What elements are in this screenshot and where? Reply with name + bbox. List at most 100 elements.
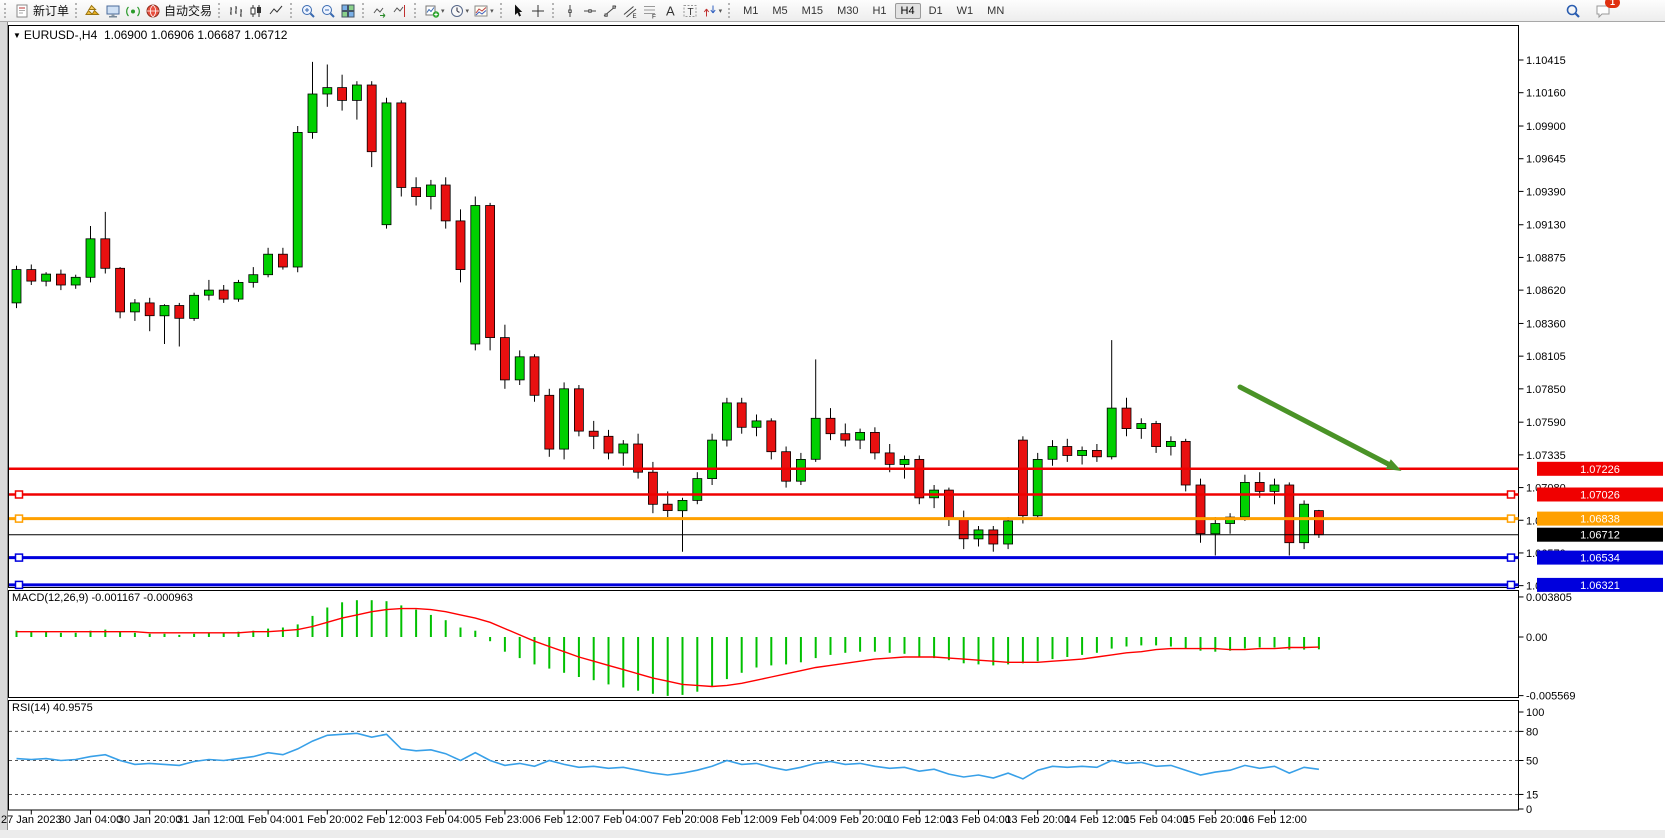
svg-text:0.00: 0.00: [1526, 632, 1547, 644]
candle-chart-icon: [248, 3, 264, 19]
text-label-button[interactable]: T: [680, 1, 700, 20]
timeframe-m1-button[interactable]: M1: [737, 3, 764, 19]
svg-text:1.06534: 1.06534: [1580, 553, 1620, 565]
auto-scroll-button[interactable]: [370, 1, 390, 20]
timeframe-mn-button[interactable]: MN: [981, 3, 1010, 19]
fibonacci-button[interactable]: F: [640, 1, 660, 20]
new-chart-button[interactable]: ▾: [422, 1, 447, 20]
terminal-button[interactable]: [103, 1, 123, 20]
label-t-icon: T: [682, 3, 698, 19]
globe-icon: [145, 3, 161, 19]
chart-collapse-icon[interactable]: ▼: [13, 31, 21, 40]
macd-signal-value: -0.000963: [143, 592, 193, 604]
svg-text:9 Feb 04:00: 9 Feb 04:00: [772, 814, 831, 826]
timeframe-h4-button[interactable]: H4: [895, 3, 921, 19]
svg-text:1.10160: 1.10160: [1526, 88, 1566, 100]
arrows-icon: [702, 3, 718, 19]
zoom-out-icon: [320, 3, 336, 19]
zoom-out-button[interactable]: [318, 1, 338, 20]
svg-text:E: E: [632, 14, 636, 19]
svg-text:50: 50: [1526, 756, 1538, 768]
chart-title: ▼EURUSD-,H4 1.06900 1.06906 1.06687 1.06…: [13, 28, 287, 42]
time-axis: 27 Jan 202330 Jan 04:0030 Jan 20:0031 Ja…: [1, 810, 1307, 826]
timeframe-m5-button[interactable]: M5: [766, 3, 793, 19]
line-handle[interactable]: [16, 515, 23, 522]
timeframe-m30-button[interactable]: M30: [831, 3, 864, 19]
line-handle[interactable]: [1508, 581, 1515, 588]
rsi-axis: 1008050150: [1519, 707, 1545, 816]
svg-text:1.07335: 1.07335: [1526, 450, 1566, 462]
horizontal-line-button[interactable]: [580, 1, 600, 20]
svg-text:7 Feb 20:00: 7 Feb 20:00: [653, 814, 712, 826]
notifications-button[interactable]: 1: [1593, 1, 1613, 20]
rsi-indicator-label: RSI(14) 40.9575: [12, 702, 93, 714]
bars-chart-icon: [228, 3, 244, 19]
chart-canvas[interactable]: 1.104151.101601.099001.096451.093901.091…: [0, 22, 1665, 838]
market-watch-button[interactable]: [83, 1, 103, 20]
zoom-in-button[interactable]: [298, 1, 318, 20]
timeframe-d1-button[interactable]: D1: [923, 3, 949, 19]
svg-text:1.09130: 1.09130: [1526, 220, 1566, 232]
line-handle[interactable]: [1508, 491, 1515, 498]
chart-shift-button[interactable]: [390, 1, 410, 20]
svg-text:0: 0: [1526, 804, 1532, 816]
line-handle[interactable]: [1508, 554, 1515, 561]
svg-text:1.07026: 1.07026: [1580, 490, 1620, 502]
templates-button[interactable]: ▾: [471, 1, 496, 20]
equidistant-channel-button[interactable]: E: [620, 1, 640, 20]
cursor-button[interactable]: [508, 1, 528, 20]
fibo-icon: F: [642, 3, 658, 19]
svg-text:8 Feb 12:00: 8 Feb 12:00: [712, 814, 771, 826]
main-toolbar: 新订单自动交易▾▾▾EFAT▾M1M5M15M30H1H4D1W1MN1: [0, 0, 1665, 22]
macd-indicator-label: MACD(12,26,9) -0.001167 -0.000963: [12, 592, 193, 604]
svg-text:2 Feb 12:00: 2 Feb 12:00: [357, 814, 416, 826]
text-button[interactable]: A: [660, 1, 680, 20]
template-icon: [473, 3, 489, 19]
svg-text:-0.005569: -0.005569: [1526, 691, 1576, 703]
toolbar-grip: [290, 3, 294, 18]
crosshair-button[interactable]: [528, 1, 548, 20]
svg-text:5 Feb 23:00: 5 Feb 23:00: [476, 814, 535, 826]
toolbar-grip: [500, 3, 504, 18]
mt4-window: { "toolbar": { "groups": [ {"items":[{"i…: [0, 0, 1665, 838]
vertical-line-button[interactable]: [560, 1, 580, 20]
timeframe-h1-button[interactable]: H1: [866, 3, 892, 19]
line-handle[interactable]: [16, 581, 23, 588]
arrows-button[interactable]: ▾: [700, 1, 725, 20]
auto-trading-button[interactable]: 自动交易: [143, 1, 214, 20]
line-handle[interactable]: [16, 554, 23, 561]
line-handle[interactable]: [1508, 515, 1515, 522]
search-button[interactable]: [1563, 1, 1583, 20]
svg-text:A: A: [666, 3, 675, 18]
svg-text:0.003805: 0.003805: [1526, 592, 1572, 604]
toolbar-grip: [728, 3, 732, 18]
svg-text:16 Feb 12:00: 16 Feb 12:00: [1242, 814, 1307, 826]
zoom-in-icon: [300, 3, 316, 19]
tile-windows-button[interactable]: [338, 1, 358, 20]
signal-icon: [125, 3, 141, 19]
periods-button[interactable]: ▾: [447, 1, 472, 20]
bar-chart-button[interactable]: [226, 1, 246, 20]
macd-name: MACD(12,26,9): [12, 592, 88, 604]
line-handle[interactable]: [16, 491, 23, 498]
rsi-name: RSI(14): [12, 702, 50, 714]
channel-icon: E: [622, 3, 638, 19]
candles: [12, 62, 1323, 556]
svg-text:3 Feb 04:00: 3 Feb 04:00: [416, 814, 475, 826]
svg-text:80: 80: [1526, 726, 1538, 738]
signals-button[interactable]: [123, 1, 143, 20]
new-order-button[interactable]: 新订单: [12, 1, 71, 20]
dropdown-arrow-icon: ▾: [719, 7, 723, 15]
timeframe-w1-button[interactable]: W1: [951, 3, 980, 19]
chart-shift-icon: [392, 3, 408, 19]
timeframe-m15-button[interactable]: M15: [796, 3, 829, 19]
line-chart-button[interactable]: [266, 1, 286, 20]
svg-text:10 Feb 12:00: 10 Feb 12:00: [887, 814, 952, 826]
svg-text:1.09900: 1.09900: [1526, 121, 1566, 133]
macd-axis: 0.003805 0.00 -0.005569: [1519, 592, 1576, 703]
candlestick-chart-button[interactable]: [246, 1, 266, 20]
trendline-button[interactable]: [600, 1, 620, 20]
svg-text:100: 100: [1526, 707, 1544, 719]
search-icon: [1565, 3, 1581, 19]
trend-arrow-annotation[interactable]: [1240, 387, 1402, 471]
